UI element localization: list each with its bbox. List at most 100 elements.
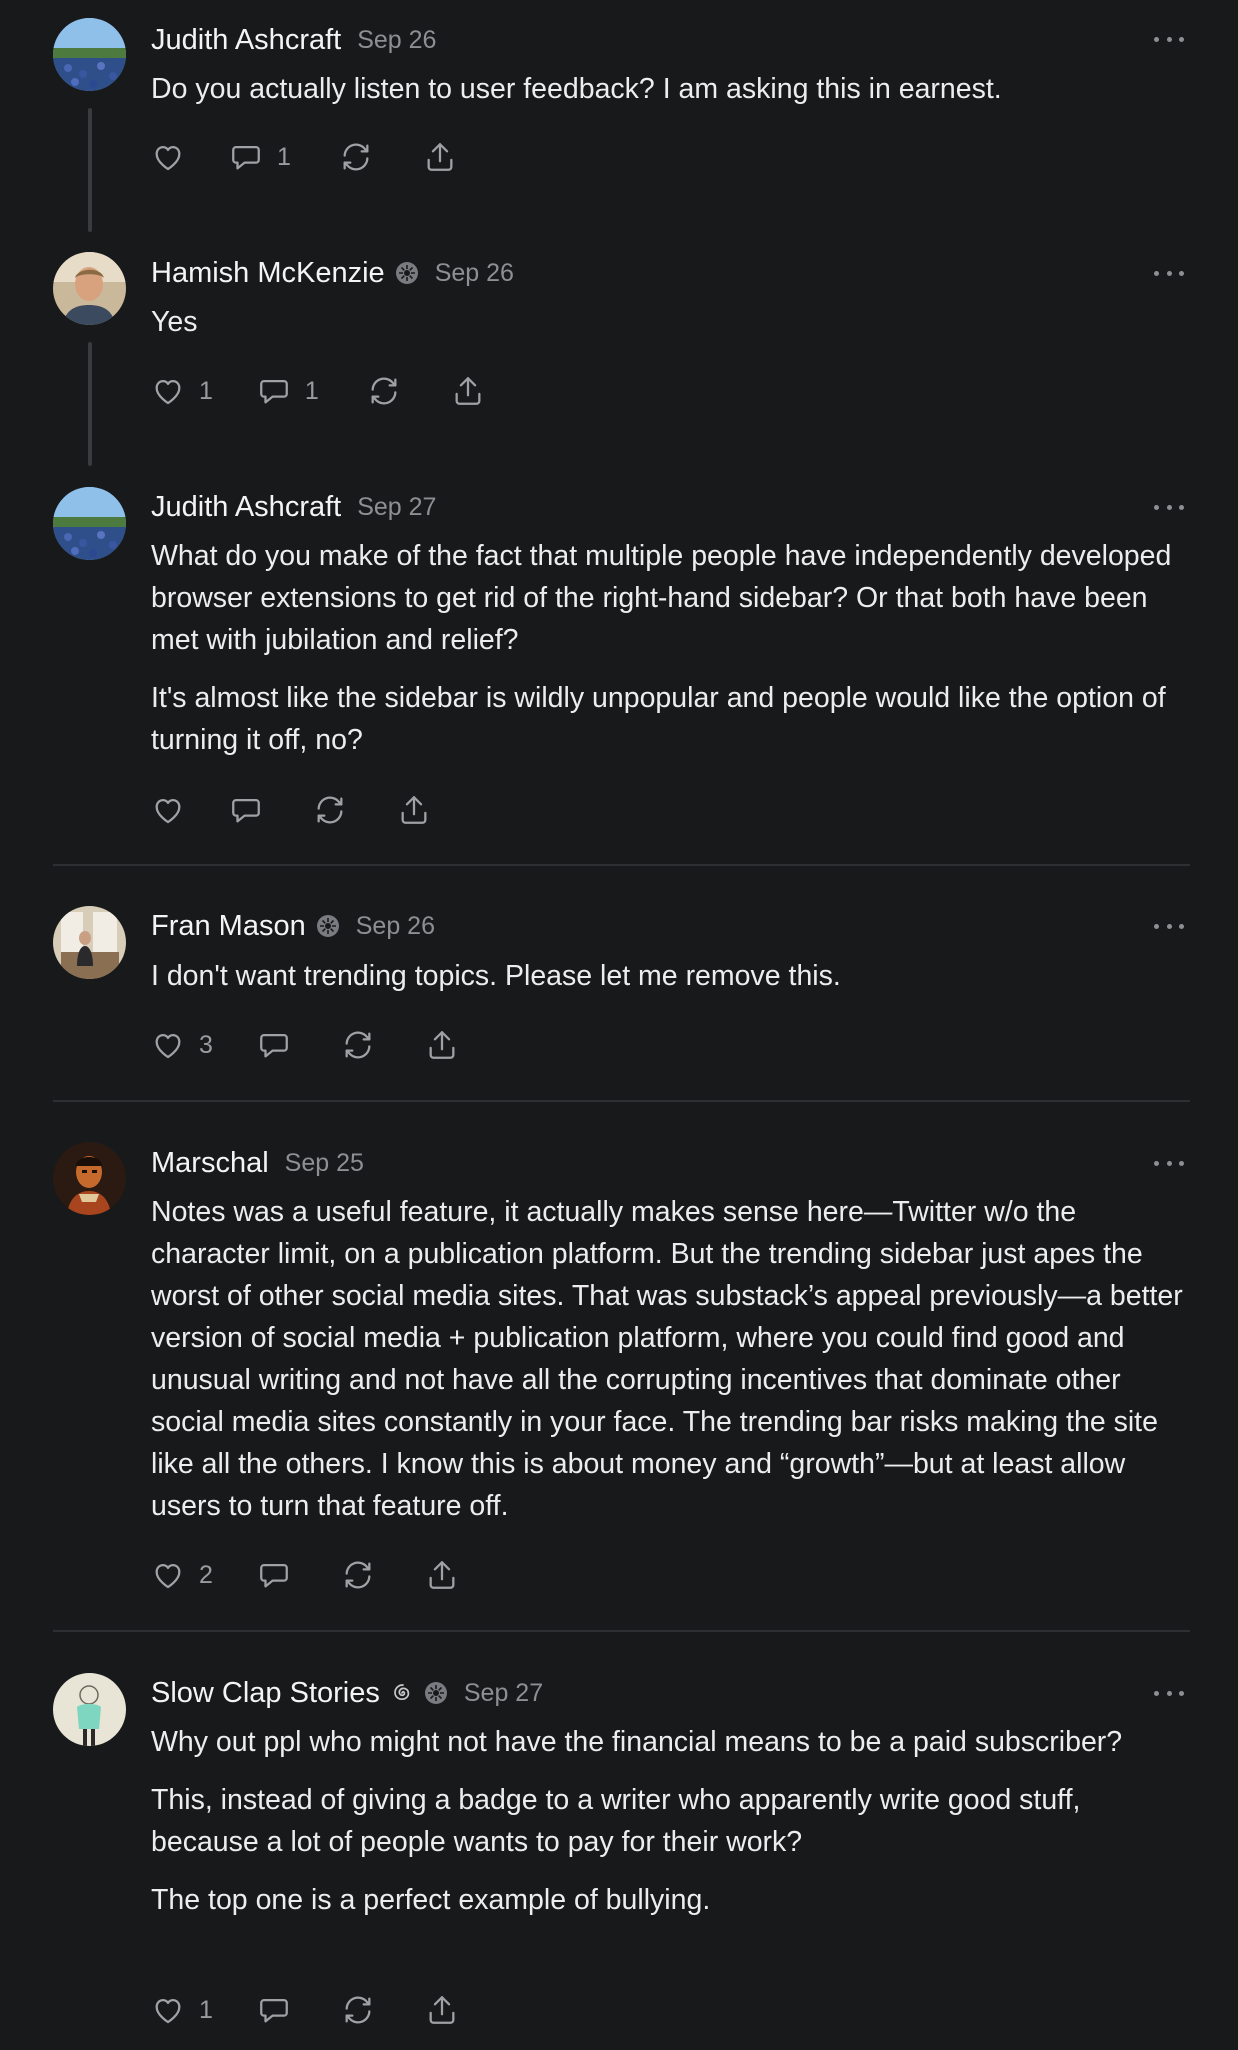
note-actions: 1 (151, 1990, 459, 2030)
note-date[interactable]: Sep 27 (464, 1679, 543, 1708)
flower-badge-icon (424, 1681, 448, 1705)
note-date[interactable]: Sep 26 (357, 26, 436, 55)
share-button[interactable] (423, 137, 457, 177)
like-count: 1 (199, 376, 213, 405)
like-button[interactable] (151, 137, 185, 177)
note-paragraph: Yes (151, 306, 198, 338)
sketch-figure-avatar[interactable] (53, 1673, 126, 1746)
comment-icon (260, 1998, 288, 2023)
note-divider (53, 1100, 1190, 1102)
note-header: Judith Ashcraft Sep 27 (151, 487, 1158, 527)
man-portrait-avatar[interactable] (53, 252, 126, 325)
share-button[interactable] (425, 1990, 459, 2030)
restack-button[interactable] (313, 790, 347, 830)
note-paragraph: Why out ppl who might not have the finan… (151, 1726, 1123, 1758)
note-body: I don't want trending topics. Please let… (151, 955, 1191, 1013)
share-icon (401, 796, 427, 824)
note-date[interactable]: Sep 27 (357, 493, 436, 522)
like-button[interactable]: 3 (151, 1025, 213, 1065)
more-options-icon[interactable] (1154, 497, 1184, 517)
comment-button[interactable]: 1 (229, 137, 291, 177)
author-name[interactable]: Judith Ashcraft (151, 491, 341, 524)
comment-count: 1 (277, 142, 291, 171)
bluebonnet-field-avatar[interactable] (53, 487, 126, 560)
note-actions: 1 1 (151, 371, 485, 411)
share-icon (429, 1561, 455, 1589)
share-icon (427, 143, 453, 171)
note-body: Do you actually listen to user feedback?… (151, 68, 1191, 126)
like-button[interactable] (151, 790, 185, 830)
like-button[interactable]: 1 (151, 1990, 213, 2030)
restack-button[interactable] (341, 1555, 375, 1595)
note-paragraph: The top one is a perfect example of bull… (151, 1884, 711, 1916)
comment-button[interactable] (257, 1025, 291, 1065)
note-divider (53, 864, 1190, 866)
note-header: Slow Clap Stories Sep 27 (151, 1673, 1158, 1713)
restack-button[interactable] (341, 1025, 375, 1065)
comment-button[interactable] (257, 1555, 291, 1595)
comment-button[interactable] (229, 790, 263, 830)
restack-icon (371, 377, 397, 405)
spiral-badge-icon (390, 1681, 414, 1705)
comment-icon (260, 1563, 288, 1588)
note-actions: 3 (151, 1025, 459, 1065)
author-name[interactable]: Marschal (151, 1147, 269, 1180)
more-options-icon[interactable] (1154, 1683, 1184, 1703)
comment-icon (260, 379, 288, 404)
share-button[interactable] (425, 1555, 459, 1595)
restack-button[interactable] (339, 137, 373, 177)
like-button[interactable]: 2 (151, 1555, 213, 1595)
note-body: Why out ppl who might not have the finan… (151, 1721, 1191, 1937)
like-count: 3 (199, 1030, 213, 1059)
restack-button[interactable] (367, 371, 401, 411)
share-icon (455, 377, 481, 405)
person-at-window-avatar[interactable] (53, 906, 126, 979)
note-body: Yes (151, 301, 1191, 359)
note-date[interactable]: Sep 26 (435, 259, 514, 288)
like-button[interactable]: 1 (151, 371, 213, 411)
note-divider (53, 1630, 1190, 1632)
note-date[interactable]: Sep 25 (285, 1149, 364, 1178)
comment-button[interactable] (257, 1990, 291, 2030)
note-actions: 1 (151, 137, 457, 177)
share-button[interactable] (451, 371, 485, 411)
comment-button[interactable]: 1 (257, 371, 319, 411)
heart-icon (155, 379, 181, 405)
restack-icon (345, 1561, 371, 1589)
more-options-icon[interactable] (1154, 263, 1184, 283)
restack-icon (317, 796, 343, 824)
note-body: What do you make of the fact that multip… (151, 535, 1191, 777)
like-count: 2 (199, 1560, 213, 1589)
comment-icon (232, 145, 260, 170)
note-date[interactable]: Sep 26 (356, 912, 435, 941)
author-name[interactable]: Slow Clap Stories (151, 1677, 380, 1710)
note-paragraph: Do you actually listen to user feedback?… (151, 73, 1002, 105)
author-name[interactable]: Hamish McKenzie (151, 257, 385, 290)
author-name[interactable]: Fran Mason (151, 910, 306, 943)
more-options-icon[interactable] (1154, 916, 1184, 936)
flower-badge-icon (395, 261, 419, 285)
painted-figure-avatar[interactable] (53, 1142, 126, 1215)
comment-icon (260, 1033, 288, 1058)
restack-button[interactable] (341, 1990, 375, 2030)
more-options-icon[interactable] (1154, 29, 1184, 49)
restack-icon (345, 1996, 371, 2024)
share-button[interactable] (397, 790, 431, 830)
share-button[interactable] (425, 1025, 459, 1065)
thread-line (88, 108, 92, 232)
more-options-icon[interactable] (1154, 1153, 1184, 1173)
heart-icon (155, 1033, 181, 1059)
note-paragraph: It's almost like the sidebar is wildly u… (151, 682, 1166, 756)
thread-line (88, 342, 92, 466)
note-header: Marschal Sep 25 (151, 1143, 1158, 1183)
notes-feed: Judith Ashcraft Sep 26 Do you actually l… (0, 0, 1238, 2050)
note-paragraph: What do you make of the fact that multip… (151, 540, 1172, 656)
comment-icon (232, 798, 260, 823)
note-paragraph: Notes was a useful feature, it actually … (151, 1196, 1183, 1522)
bluebonnet-field-avatar[interactable] (53, 18, 126, 91)
heart-icon (155, 798, 181, 824)
author-name[interactable]: Judith Ashcraft (151, 24, 341, 57)
restack-icon (343, 143, 369, 171)
heart-icon (155, 1563, 181, 1589)
like-count: 1 (199, 1995, 213, 2024)
